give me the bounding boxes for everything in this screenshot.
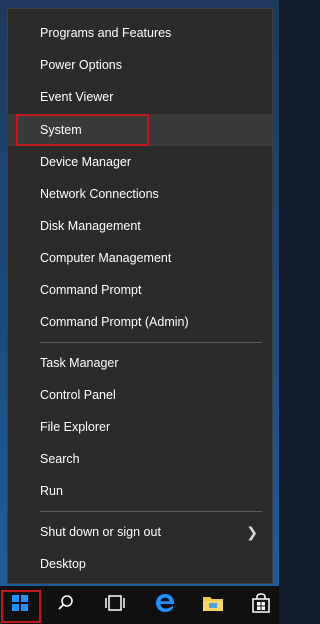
menu-item-task-manager[interactable]: Task Manager	[8, 347, 272, 379]
menu-item-label: Programs and Features	[40, 26, 172, 40]
menu-item-event-viewer[interactable]: Event Viewer	[8, 81, 272, 113]
menu-item-label: Task Manager	[40, 356, 119, 370]
menu-item-control-panel[interactable]: Control Panel	[8, 379, 272, 411]
menu-item-label: Desktop	[40, 557, 86, 571]
menu-item-desktop[interactable]: Desktop	[8, 548, 272, 580]
edge-button[interactable]	[145, 586, 185, 624]
file-explorer-button[interactable]	[193, 586, 233, 624]
edge-icon	[154, 592, 176, 619]
menu-separator	[40, 342, 262, 343]
menu-item-label: Control Panel	[40, 388, 116, 402]
store-icon	[251, 592, 271, 618]
menu-item-label: File Explorer	[40, 420, 111, 434]
menu-item-label: Search	[40, 452, 80, 466]
menu-item-label: Computer Management	[40, 251, 172, 265]
menu-item-system[interactable]: System	[8, 114, 272, 146]
menu-item-label: Network Connections	[40, 187, 159, 201]
menu-item-disk-management[interactable]: Disk Management	[8, 210, 272, 242]
menu-item-programs-and-features[interactable]: Programs and Features	[8, 17, 272, 49]
menu-item-label: Disk Management	[40, 219, 141, 233]
menu-item-command-prompt-admin[interactable]: Command Prompt (Admin)	[8, 306, 272, 338]
menu-item-device-manager[interactable]: Device Manager	[8, 146, 272, 178]
quick-link-menu: Programs and Features Power Options Even…	[7, 8, 273, 584]
menu-item-power-options[interactable]: Power Options	[8, 49, 272, 81]
menu-item-command-prompt[interactable]: Command Prompt	[8, 274, 272, 306]
menu-item-label: Event Viewer	[40, 90, 114, 104]
menu-separator	[40, 511, 262, 512]
store-button[interactable]	[241, 586, 281, 624]
menu-item-search[interactable]: Search	[8, 443, 272, 475]
menu-item-label: Device Manager	[40, 155, 132, 169]
start-button[interactable]	[0, 586, 40, 624]
menu-item-file-explorer[interactable]: File Explorer	[8, 411, 272, 443]
menu-item-network-connections[interactable]: Network Connections	[8, 178, 272, 210]
menu-item-label: System	[40, 123, 82, 137]
menu-item-label: Run	[40, 484, 63, 498]
task-view-button[interactable]	[95, 586, 135, 624]
menu-item-label: Power Options	[40, 58, 122, 72]
menu-item-label: Command Prompt	[40, 283, 142, 297]
menu-item-label: Command Prompt (Admin)	[40, 315, 189, 329]
chevron-right-icon: ❯	[246, 524, 258, 540]
windows-start-icon	[12, 594, 28, 616]
menu-item-computer-management[interactable]: Computer Management	[8, 242, 272, 274]
search-button[interactable]	[46, 586, 86, 624]
task-view-icon	[104, 594, 126, 617]
menu-item-shut-down-or-sign-out[interactable]: Shut down or sign out ❯	[8, 516, 272, 548]
taskbar	[0, 586, 279, 624]
file-explorer-icon	[202, 593, 224, 618]
search-icon	[57, 594, 75, 617]
menu-item-label: Shut down or sign out	[40, 525, 161, 539]
menu-item-run[interactable]: Run	[8, 475, 272, 507]
